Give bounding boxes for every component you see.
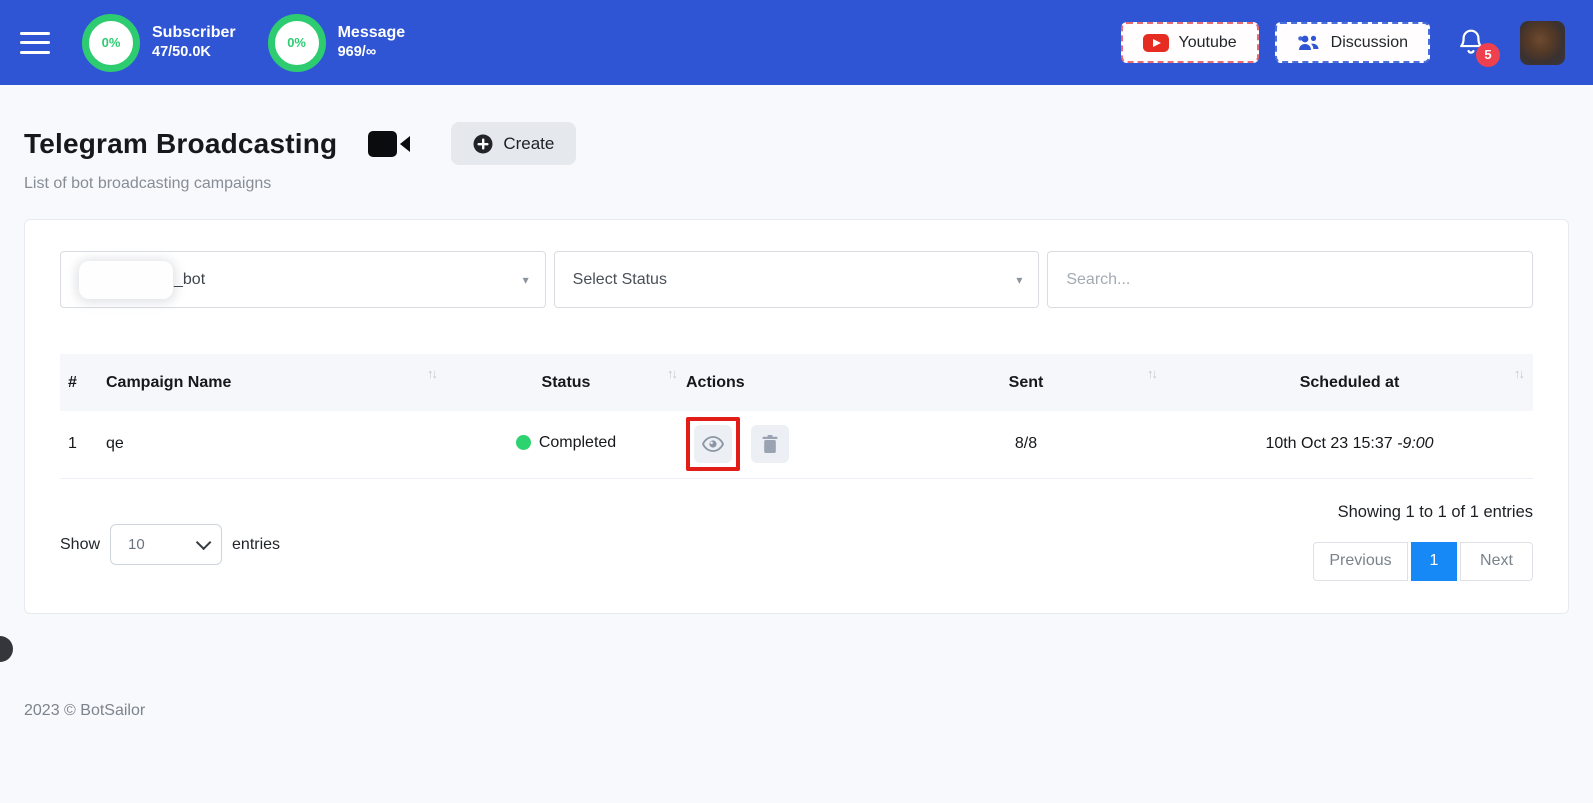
youtube-icon [1142, 33, 1169, 52]
entries-label: entries [232, 535, 281, 553]
col-header-index: # [60, 354, 106, 411]
table-header-row: # Campaign Name ↑↓ Status ↑↓ Actions Sen… [60, 354, 1533, 411]
timezone-offset: -9:00 [1397, 435, 1434, 453]
subscriber-stat: 0% Subscriber 47/50.0K [82, 13, 236, 72]
subscriber-progress-ring: 0% [82, 13, 140, 72]
delete-button[interactable] [751, 425, 789, 464]
sent-cell: 8/8 [886, 411, 1166, 479]
actions-cell [686, 411, 886, 479]
message-value: 969/∞ [337, 44, 377, 60]
eye-icon [702, 436, 724, 453]
top-navbar: 0% Subscriber 47/50.0K 0% Message 969/∞ … [0, 0, 1593, 85]
notifications-bell[interactable]: 5 [1456, 27, 1500, 67]
copyright-text: 2023 © BotSailor [24, 702, 146, 719]
caret-down-icon: ▾ [1016, 272, 1023, 287]
trash-icon [762, 435, 778, 454]
notification-count-badge: 5 [1476, 42, 1500, 67]
message-percent: 0% [287, 35, 306, 50]
chevron-down-icon [195, 534, 212, 551]
youtube-button[interactable]: Youtube [1120, 22, 1259, 63]
bot-select[interactable]: _bot ▾ [60, 251, 546, 308]
status-label: Completed [538, 433, 617, 451]
entries-summary: Showing 1 to 1 of 1 entries [1337, 502, 1533, 521]
bot-select-value: _bot [174, 270, 206, 288]
col-header-scheduled-at[interactable]: Scheduled at ↑↓ [1166, 354, 1533, 411]
create-button[interactable]: Create [451, 122, 577, 165]
red-highlight-box [686, 417, 740, 472]
caret-down-icon: ▾ [522, 272, 529, 287]
col-header-campaign-name[interactable]: Campaign Name ↑↓ [106, 354, 446, 411]
page-1-button[interactable]: 1 [1411, 541, 1457, 581]
sort-icon[interactable]: ↑↓ [1147, 366, 1158, 381]
next-page-button[interactable]: Next [1460, 541, 1533, 581]
plus-circle-icon [473, 134, 493, 154]
youtube-button-label: Youtube [1178, 33, 1237, 51]
entries-per-page-select[interactable]: 10 [110, 524, 223, 565]
message-label: Message [337, 24, 406, 41]
col-header-actions: Actions [686, 354, 886, 411]
status-select-value: Select Status [572, 270, 667, 288]
row-index: 1 [60, 411, 106, 479]
campaigns-table: # Campaign Name ↑↓ Status ↑↓ Actions Sen… [60, 354, 1533, 479]
hamburger-menu-icon[interactable] [20, 31, 50, 54]
sort-icon[interactable]: ↑↓ [1514, 366, 1525, 381]
scheduled-at-cell: 10th Oct 23 15:37 -9:00 [1166, 411, 1533, 479]
floating-widget-dot[interactable] [0, 636, 13, 662]
subscriber-percent: 0% [101, 35, 121, 50]
status-dot-icon [515, 435, 531, 450]
pagination: Previous 1 Next [1313, 541, 1533, 581]
sort-icon[interactable]: ↑↓ [427, 366, 438, 381]
page-title: Telegram Broadcasting [24, 127, 338, 159]
entries-per-page-value: 10 [128, 536, 145, 553]
campaign-name-cell: qe [106, 411, 446, 479]
subscriber-label: Subscriber [152, 24, 236, 41]
subscriber-value: 47/50.0K [152, 44, 211, 60]
video-camera-icon[interactable] [367, 128, 411, 160]
col-header-sent[interactable]: Sent ↑↓ [886, 354, 1166, 411]
sort-icon[interactable]: ↑↓ [667, 366, 678, 381]
col-header-status[interactable]: Status ↑↓ [446, 354, 686, 411]
discussion-button[interactable]: Discussion [1274, 22, 1430, 63]
user-avatar[interactable] [1520, 20, 1565, 65]
campaigns-card: _bot ▾ Select Status ▾ # Campaign N [24, 219, 1569, 614]
status-select[interactable]: Select Status ▾ [553, 251, 1040, 308]
show-label: Show [60, 535, 101, 553]
message-progress-ring: 0% [267, 13, 326, 72]
status-cell: Completed [446, 411, 686, 479]
page-subtitle: List of bot broadcasting campaigns [24, 175, 272, 192]
search-field [1047, 251, 1534, 308]
table-row: 1 qe Completed 8/8 10th Oct 23 15:37 -9:… [60, 411, 1533, 479]
create-button-label: Create [503, 133, 555, 153]
redacted-bot-name [79, 260, 173, 299]
message-stat: 0% Message 969/∞ [267, 13, 406, 72]
users-icon [1297, 34, 1321, 52]
discussion-button-label: Discussion [1330, 33, 1408, 51]
view-button[interactable] [694, 425, 732, 464]
previous-page-button[interactable]: Previous [1313, 541, 1408, 581]
search-input[interactable] [1066, 270, 1515, 289]
